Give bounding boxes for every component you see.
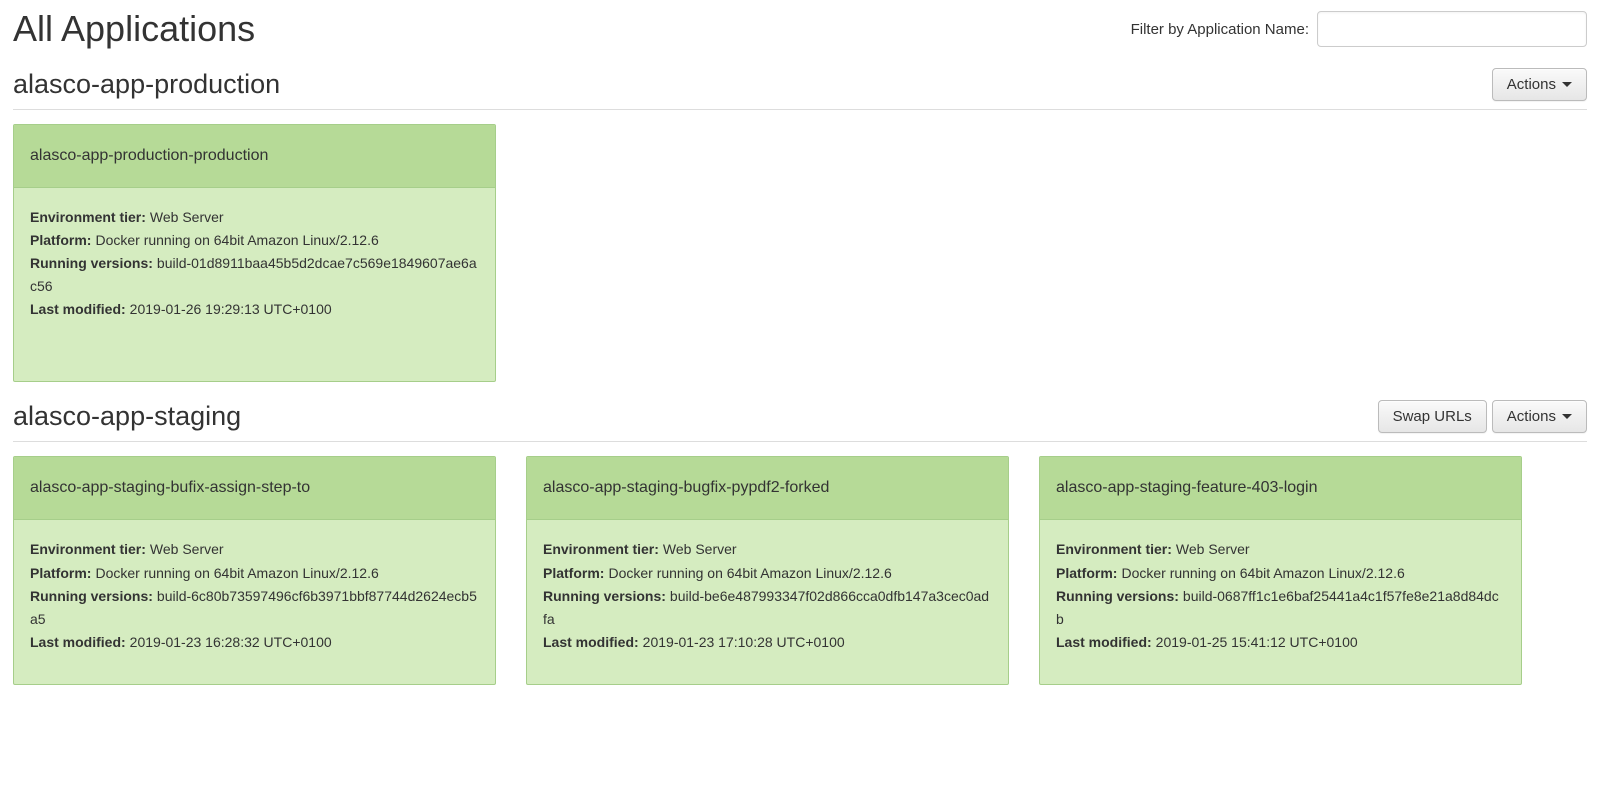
environment-body: Environment tier:Web ServerPlatform:Dock… xyxy=(14,520,495,683)
runningVersions-label: Running versions: xyxy=(30,588,153,604)
field-line: Platform:Docker running on 64bit Amazon … xyxy=(30,229,479,252)
field-line: Last modified:2019-01-23 17:10:28 UTC+01… xyxy=(543,631,992,654)
caret-down-icon xyxy=(1562,414,1572,419)
filter-label: Filter by Application Name: xyxy=(1131,21,1309,38)
environment-name[interactable]: alasco-app-staging-bugfix-pypdf2-forked xyxy=(527,457,1008,520)
envTier-label: Environment tier: xyxy=(1056,541,1172,557)
envTier-label: Environment tier: xyxy=(30,209,146,225)
actions-label: Actions xyxy=(1507,408,1556,425)
runningVersions-label: Running versions: xyxy=(30,255,153,271)
envTier-value: Web Server xyxy=(150,209,224,225)
field-line: Platform:Docker running on 64bit Amazon … xyxy=(1056,562,1505,585)
platform-label: Platform: xyxy=(30,565,91,581)
app-title: alasco-app-staging xyxy=(13,401,241,432)
button-group: Swap URLs Actions xyxy=(1378,400,1587,433)
actions-button[interactable]: Actions xyxy=(1492,400,1587,433)
swap-urls-button[interactable]: Swap URLs xyxy=(1378,400,1487,433)
lastModified-label: Last modified: xyxy=(30,301,126,317)
filter-group: Filter by Application Name: xyxy=(1131,11,1587,47)
lastModified-value: 2019-01-25 15:41:12 UTC+0100 xyxy=(1156,634,1358,650)
environment-name[interactable]: alasco-app-staging-feature-403-login xyxy=(1040,457,1521,520)
actions-label: Actions xyxy=(1507,76,1556,93)
field-line: Environment tier:Web Server xyxy=(1056,538,1505,561)
field-line: Running versions:build-01d8911baa45b5d2d… xyxy=(30,252,479,298)
environment-body: Environment tier:Web ServerPlatform:Dock… xyxy=(527,520,1008,683)
filter-input[interactable] xyxy=(1317,11,1587,47)
envTier-value: Web Server xyxy=(1176,541,1250,557)
field-line: Environment tier:Web Server xyxy=(30,538,479,561)
app-header: alasco-app-production Actions xyxy=(13,68,1587,110)
page-title: All Applications xyxy=(13,8,255,50)
environment-body: Environment tier:Web ServerPlatform:Dock… xyxy=(14,188,495,381)
lastModified-value: 2019-01-23 16:28:32 UTC+0100 xyxy=(130,634,332,650)
field-line: Last modified:2019-01-23 16:28:32 UTC+01… xyxy=(30,631,479,654)
field-line: Environment tier:Web Server xyxy=(543,538,992,561)
platform-label: Platform: xyxy=(30,232,91,248)
app-section: alasco-app-productionActionsalasco-app-p… xyxy=(13,68,1587,382)
envTier-label: Environment tier: xyxy=(30,541,146,557)
app-section: alasco-app-stagingSwap URLsActionsalasco… xyxy=(13,400,1587,684)
platform-value: Docker running on 64bit Amazon Linux/2.1… xyxy=(1121,565,1404,581)
envTier-value: Web Server xyxy=(150,541,224,557)
field-line: Platform:Docker running on 64bit Amazon … xyxy=(30,562,479,585)
field-line: Platform:Docker running on 64bit Amazon … xyxy=(543,562,992,585)
environment-card[interactable]: alasco-app-staging-bufix-assign-step-to E… xyxy=(13,456,496,684)
environment-card[interactable]: alasco-app-production-production Environm… xyxy=(13,124,496,382)
envTier-value: Web Server xyxy=(663,541,737,557)
lastModified-label: Last modified: xyxy=(1056,634,1152,650)
field-line: Last modified:2019-01-26 19:29:13 UTC+01… xyxy=(30,298,479,321)
platform-label: Platform: xyxy=(1056,565,1117,581)
environment-grid: alasco-app-production-production Environm… xyxy=(13,124,1587,382)
lastModified-value: 2019-01-26 19:29:13 UTC+0100 xyxy=(130,301,332,317)
field-line: Running versions:build-0687ff1c1e6baf254… xyxy=(1056,585,1505,631)
runningVersions-label: Running versions: xyxy=(1056,588,1179,604)
field-line: Running versions:build-be6e487993347f02d… xyxy=(543,585,992,631)
environment-name[interactable]: alasco-app-production-production xyxy=(14,125,495,188)
platform-value: Docker running on 64bit Amazon Linux/2.1… xyxy=(608,565,891,581)
environment-body: Environment tier:Web ServerPlatform:Dock… xyxy=(1040,520,1521,683)
actions-button[interactable]: Actions xyxy=(1492,68,1587,101)
envTier-label: Environment tier: xyxy=(543,541,659,557)
lastModified-value: 2019-01-23 17:10:28 UTC+0100 xyxy=(643,634,845,650)
platform-label: Platform: xyxy=(543,565,604,581)
environment-name[interactable]: alasco-app-staging-bufix-assign-step-to xyxy=(14,457,495,520)
runningVersions-label: Running versions: xyxy=(543,588,666,604)
lastModified-label: Last modified: xyxy=(543,634,639,650)
environment-grid: alasco-app-staging-bufix-assign-step-to E… xyxy=(13,456,1587,684)
app-header: alasco-app-staging Swap URLs Actions xyxy=(13,400,1587,442)
button-group: Actions xyxy=(1492,68,1587,101)
platform-value: Docker running on 64bit Amazon Linux/2.1… xyxy=(95,565,378,581)
lastModified-label: Last modified: xyxy=(30,634,126,650)
caret-down-icon xyxy=(1562,82,1572,87)
platform-value: Docker running on 64bit Amazon Linux/2.1… xyxy=(95,232,378,248)
environment-card[interactable]: alasco-app-staging-feature-403-login Envi… xyxy=(1039,456,1522,684)
app-title: alasco-app-production xyxy=(13,69,280,100)
field-line: Environment tier:Web Server xyxy=(30,206,479,229)
environment-card[interactable]: alasco-app-staging-bugfix-pypdf2-forked E… xyxy=(526,456,1009,684)
field-line: Last modified:2019-01-25 15:41:12 UTC+01… xyxy=(1056,631,1505,654)
page-header: All Applications Filter by Application N… xyxy=(13,0,1587,50)
field-line: Running versions:build-6c80b73597496cf6b… xyxy=(30,585,479,631)
